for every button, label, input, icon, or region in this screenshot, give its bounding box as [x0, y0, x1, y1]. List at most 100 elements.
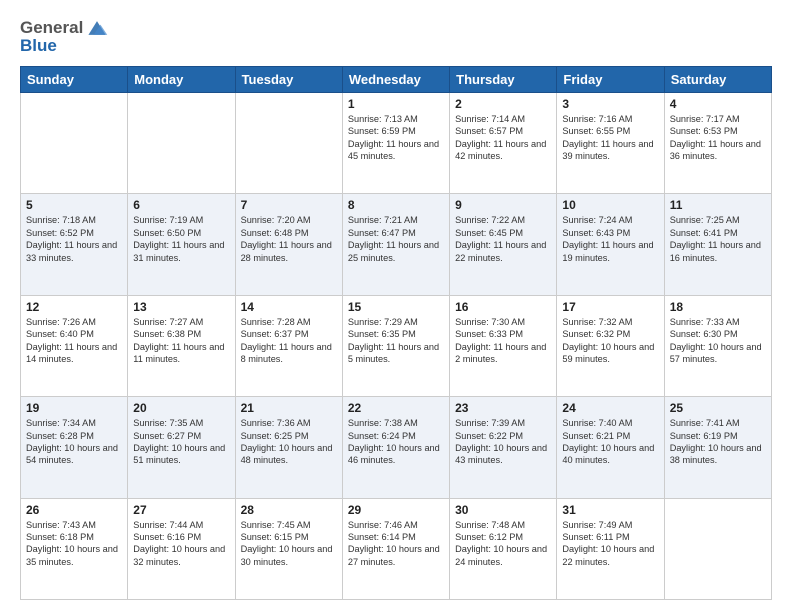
calendar-cell: 27 Sunrise: 7:44 AM Sunset: 6:16 PM Dayli…: [128, 498, 235, 599]
calendar-cell: 6 Sunrise: 7:19 AM Sunset: 6:50 PM Daylig…: [128, 194, 235, 295]
calendar-header-row: SundayMondayTuesdayWednesdayThursdayFrid…: [21, 67, 772, 93]
calendar-cell: 15 Sunrise: 7:29 AM Sunset: 6:35 PM Dayli…: [342, 295, 449, 396]
day-number: 24: [562, 401, 658, 415]
day-info: Sunrise: 7:19 AM Sunset: 6:50 PM Dayligh…: [133, 214, 229, 264]
day-number: 22: [348, 401, 444, 415]
day-number: 27: [133, 503, 229, 517]
page: General Blue SundayMondayTuesdayWednesda…: [0, 0, 792, 612]
day-info: Sunrise: 7:38 AM Sunset: 6:24 PM Dayligh…: [348, 417, 444, 467]
day-number: 29: [348, 503, 444, 517]
day-info: Sunrise: 7:18 AM Sunset: 6:52 PM Dayligh…: [26, 214, 122, 264]
calendar-cell: 11 Sunrise: 7:25 AM Sunset: 6:41 PM Dayli…: [664, 194, 771, 295]
day-header-friday: Friday: [557, 67, 664, 93]
day-number: 9: [455, 198, 551, 212]
calendar-cell: [664, 498, 771, 599]
calendar-week-5: 26 Sunrise: 7:43 AM Sunset: 6:18 PM Dayli…: [21, 498, 772, 599]
day-info: Sunrise: 7:20 AM Sunset: 6:48 PM Dayligh…: [241, 214, 337, 264]
calendar-cell: 20 Sunrise: 7:35 AM Sunset: 6:27 PM Dayli…: [128, 397, 235, 498]
calendar-cell: 1 Sunrise: 7:13 AM Sunset: 6:59 PM Daylig…: [342, 93, 449, 194]
calendar-cell: 12Sunrise: 7:26 AM Sunset: 6:40 PM Dayli…: [21, 295, 128, 396]
calendar-week-4: 19 Sunrise: 7:34 AM Sunset: 6:28 PM Dayli…: [21, 397, 772, 498]
calendar-cell: 21Sunrise: 7:36 AM Sunset: 6:25 PM Dayli…: [235, 397, 342, 498]
calendar-cell: 16 Sunrise: 7:30 AM Sunset: 6:33 PM Dayli…: [450, 295, 557, 396]
day-number: 19: [26, 401, 122, 415]
day-number: 2: [455, 97, 551, 111]
day-info: Sunrise: 7:14 AM Sunset: 6:57 PM Dayligh…: [455, 113, 551, 163]
day-number: 15: [348, 300, 444, 314]
calendar-cell: 26 Sunrise: 7:43 AM Sunset: 6:18 PM Dayli…: [21, 498, 128, 599]
day-info: Sunrise: 7:40 AM Sunset: 6:21 PM Dayligh…: [562, 417, 658, 467]
calendar-cell: [128, 93, 235, 194]
day-number: 16: [455, 300, 551, 314]
day-number: 1: [348, 97, 444, 111]
calendar-cell: 29 Sunrise: 7:46 AM Sunset: 6:14 PM Dayli…: [342, 498, 449, 599]
day-info: Sunrise: 7:43 AM Sunset: 6:18 PM Dayligh…: [26, 519, 122, 569]
calendar-cell: 4 Sunrise: 7:17 AM Sunset: 6:53 PM Daylig…: [664, 93, 771, 194]
day-info: Sunrise: 7:45 AM Sunset: 6:15 PM Dayligh…: [241, 519, 337, 569]
day-info: Sunrise: 7:48 AM Sunset: 6:12 PM Dayligh…: [455, 519, 551, 569]
day-number: 12: [26, 300, 122, 314]
day-info: Sunrise: 7:36 AM Sunset: 6:25 PM Dayligh…: [241, 417, 337, 467]
day-number: 10: [562, 198, 658, 212]
day-number: 20: [133, 401, 229, 415]
day-header-wednesday: Wednesday: [342, 67, 449, 93]
calendar-cell: 14 Sunrise: 7:28 AM Sunset: 6:37 PM Dayli…: [235, 295, 342, 396]
calendar-cell: 22 Sunrise: 7:38 AM Sunset: 6:24 PM Dayli…: [342, 397, 449, 498]
day-number: 5: [26, 198, 122, 212]
day-number: 18: [670, 300, 766, 314]
calendar-cell: 31Sunrise: 7:49 AM Sunset: 6:11 PM Dayli…: [557, 498, 664, 599]
day-number: 25: [670, 401, 766, 415]
day-number: 13: [133, 300, 229, 314]
calendar-week-3: 12Sunrise: 7:26 AM Sunset: 6:40 PM Dayli…: [21, 295, 772, 396]
day-info: Sunrise: 7:28 AM Sunset: 6:37 PM Dayligh…: [241, 316, 337, 366]
day-number: 6: [133, 198, 229, 212]
logo-icon: [85, 16, 109, 40]
day-info: Sunrise: 7:30 AM Sunset: 6:33 PM Dayligh…: [455, 316, 551, 366]
calendar-cell: 5 Sunrise: 7:18 AM Sunset: 6:52 PM Daylig…: [21, 194, 128, 295]
day-info: Sunrise: 7:32 AM Sunset: 6:32 PM Dayligh…: [562, 316, 658, 366]
day-number: 26: [26, 503, 122, 517]
calendar-cell: 18 Sunrise: 7:33 AM Sunset: 6:30 PM Dayli…: [664, 295, 771, 396]
calendar-cell: 8 Sunrise: 7:21 AM Sunset: 6:47 PM Daylig…: [342, 194, 449, 295]
day-number: 14: [241, 300, 337, 314]
calendar-cell: 23Sunrise: 7:39 AM Sunset: 6:22 PM Dayli…: [450, 397, 557, 498]
logo-general: General: [20, 18, 83, 38]
day-info: Sunrise: 7:22 AM Sunset: 6:45 PM Dayligh…: [455, 214, 551, 264]
day-info: Sunrise: 7:21 AM Sunset: 6:47 PM Dayligh…: [348, 214, 444, 264]
calendar-cell: [235, 93, 342, 194]
calendar-cell: 10 Sunrise: 7:24 AM Sunset: 6:43 PM Dayli…: [557, 194, 664, 295]
day-info: Sunrise: 7:49 AM Sunset: 6:11 PM Dayligh…: [562, 519, 658, 569]
calendar-table: SundayMondayTuesdayWednesdayThursdayFrid…: [20, 66, 772, 600]
day-info: Sunrise: 7:41 AM Sunset: 6:19 PM Dayligh…: [670, 417, 766, 467]
day-info: Sunrise: 7:16 AM Sunset: 6:55 PM Dayligh…: [562, 113, 658, 163]
day-number: 11: [670, 198, 766, 212]
day-number: 7: [241, 198, 337, 212]
day-info: Sunrise: 7:24 AM Sunset: 6:43 PM Dayligh…: [562, 214, 658, 264]
day-info: Sunrise: 7:25 AM Sunset: 6:41 PM Dayligh…: [670, 214, 766, 264]
day-info: Sunrise: 7:35 AM Sunset: 6:27 PM Dayligh…: [133, 417, 229, 467]
day-info: Sunrise: 7:34 AM Sunset: 6:28 PM Dayligh…: [26, 417, 122, 467]
day-info: Sunrise: 7:29 AM Sunset: 6:35 PM Dayligh…: [348, 316, 444, 366]
day-info: Sunrise: 7:44 AM Sunset: 6:16 PM Dayligh…: [133, 519, 229, 569]
day-info: Sunrise: 7:17 AM Sunset: 6:53 PM Dayligh…: [670, 113, 766, 163]
day-info: Sunrise: 7:13 AM Sunset: 6:59 PM Dayligh…: [348, 113, 444, 163]
day-header-tuesday: Tuesday: [235, 67, 342, 93]
calendar-cell: 25 Sunrise: 7:41 AM Sunset: 6:19 PM Dayli…: [664, 397, 771, 498]
day-number: 8: [348, 198, 444, 212]
day-number: 17: [562, 300, 658, 314]
calendar-week-2: 5 Sunrise: 7:18 AM Sunset: 6:52 PM Daylig…: [21, 194, 772, 295]
calendar-cell: 3Sunrise: 7:16 AM Sunset: 6:55 PM Daylig…: [557, 93, 664, 194]
day-info: Sunrise: 7:46 AM Sunset: 6:14 PM Dayligh…: [348, 519, 444, 569]
header: General Blue: [20, 16, 772, 56]
calendar-cell: [21, 93, 128, 194]
day-header-monday: Monday: [128, 67, 235, 93]
day-number: 4: [670, 97, 766, 111]
day-info: Sunrise: 7:33 AM Sunset: 6:30 PM Dayligh…: [670, 316, 766, 366]
calendar-cell: 2 Sunrise: 7:14 AM Sunset: 6:57 PM Daylig…: [450, 93, 557, 194]
calendar-cell: 28 Sunrise: 7:45 AM Sunset: 6:15 PM Dayli…: [235, 498, 342, 599]
calendar-cell: 30Sunrise: 7:48 AM Sunset: 6:12 PM Dayli…: [450, 498, 557, 599]
logo: General Blue: [20, 16, 109, 56]
day-header-sunday: Sunday: [21, 67, 128, 93]
calendar-cell: 7 Sunrise: 7:20 AM Sunset: 6:48 PM Daylig…: [235, 194, 342, 295]
day-number: 28: [241, 503, 337, 517]
